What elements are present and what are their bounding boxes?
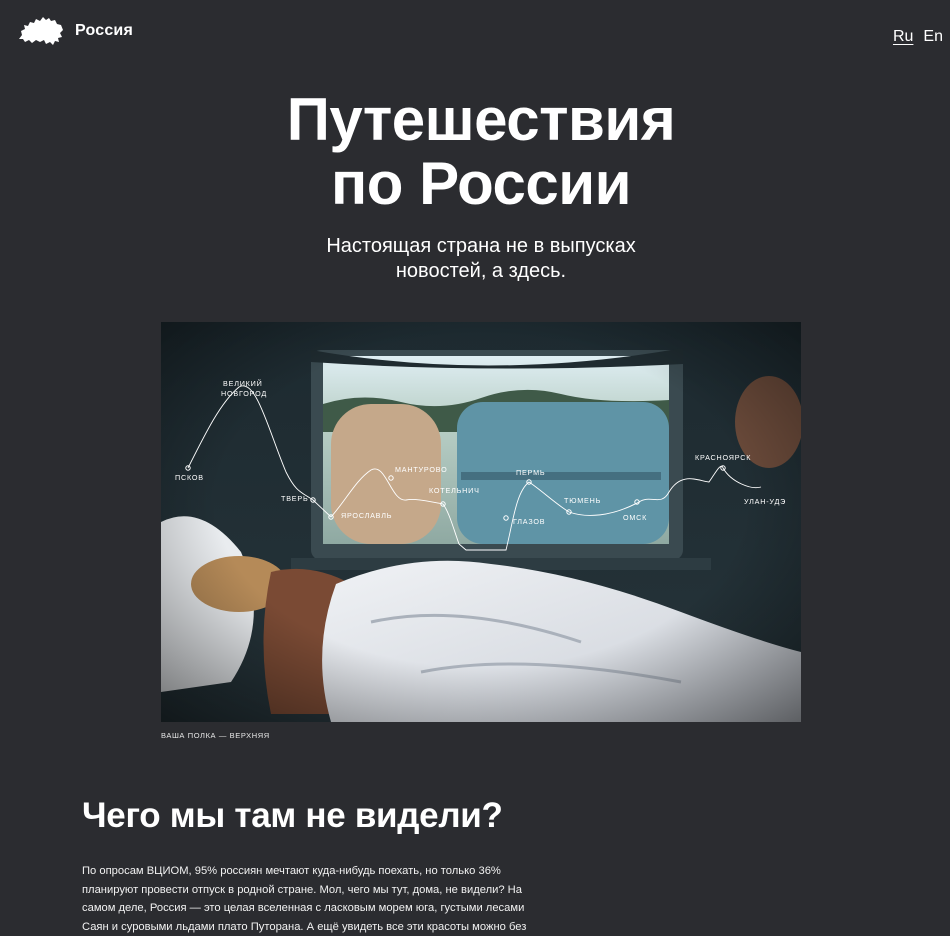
train-compartment-illustration: ПСКОВ ВЕЛИКИЙ НОВГОРОД ТВЕРЬ ЯРОСЛАВЛЬ М…: [161, 322, 801, 722]
brand-name: Россия: [75, 22, 134, 39]
route-label-tver: ТВЕРЬ: [281, 494, 309, 503]
lang-ru-link[interactable]: Ru: [893, 28, 913, 46]
photo-caption: ваша полка — верхняя: [161, 731, 270, 740]
route-label-novgorod: ВЕЛИКИЙ: [223, 379, 263, 388]
section-body: По опросам ВЦИОМ, 95% россиян мечтают ку…: [82, 865, 527, 933]
brand-link[interactable]: Россия: [17, 13, 133, 49]
route-label-pskov: ПСКОВ: [175, 473, 204, 482]
route-label-omsk: ОМСК: [623, 513, 647, 522]
page-subtitle-line-2: новостей, а здесь.: [395, 260, 567, 282]
route-label-ulan-ude: УЛАН-УДЭ: [744, 497, 786, 506]
route-label-tyumen: ТЮМЕНЬ: [564, 496, 601, 505]
lang-en-link[interactable]: En: [923, 28, 943, 46]
page-title: Путешествия по России: [0, 88, 950, 216]
route-label-glazov: ГЛАЗОВ: [513, 517, 545, 526]
route-label-kotelnich: КОТЕЛЬНИЧ: [429, 486, 480, 495]
top-bar: Россия Ru En: [0, 0, 950, 70]
route-label-yaroslavl: ЯРОСЛАВЛЬ: [341, 511, 392, 520]
route-label-krasnoyarsk: КРАСНОЯРСК: [695, 453, 751, 462]
section-title: Чего мы там не видели?: [82, 796, 503, 835]
route-label-manturovo: МАНТУРОВО: [395, 465, 448, 474]
route-label-perm: ПЕРМЬ: [516, 468, 545, 477]
page-title-line-2: по России: [331, 150, 631, 217]
route-label-novgorod-2: НОВГОРОД: [221, 389, 267, 398]
language-switcher: Ru En: [893, 28, 943, 46]
page-subtitle-line-1: Настоящая страна не в выпусках: [326, 235, 636, 257]
page-subtitle: Настоящая страна не в выпусках новостей,…: [0, 234, 950, 284]
page-title-line-1: Путешествия: [286, 86, 676, 153]
hero-photo: ПСКОВ ВЕЛИКИЙ НОВГОРОД ТВЕРЬ ЯРОСЛАВЛЬ М…: [161, 322, 801, 722]
russia-map-icon: [19, 17, 63, 45]
